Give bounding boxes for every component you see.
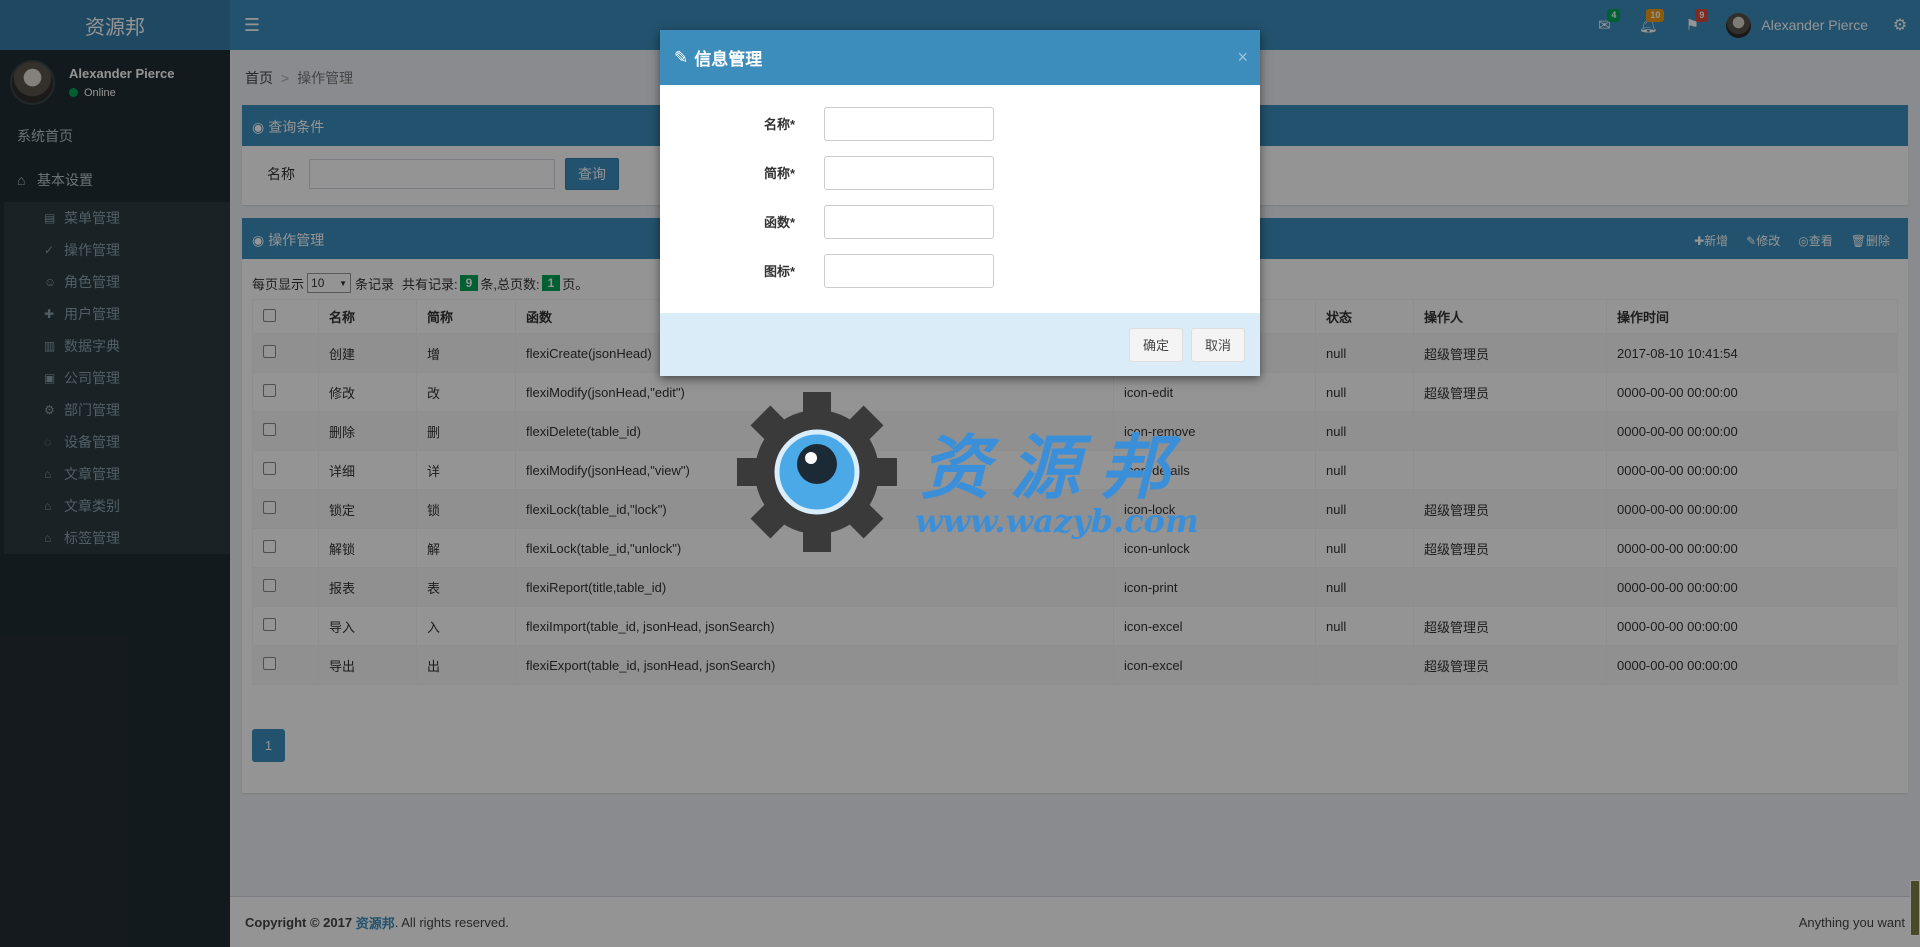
form-row-short-name: 简称* (660, 148, 1260, 197)
short-name-field-label: 简称* (763, 166, 795, 181)
icon-field[interactable] (824, 253, 994, 288)
info-modal: ✎ 信息管理 × 名称* 简称* 函数* 图标* 确定 取消 (660, 30, 1260, 376)
form-row-name: 名称* (660, 99, 1260, 148)
modal-header: ✎ 信息管理 × (660, 30, 1260, 85)
pencil-icon: ✎ (674, 47, 689, 67)
watermark-url: www.wazyb.com (915, 502, 1199, 540)
icon-field-label: 图标* (763, 264, 795, 279)
short-name-field[interactable] (824, 155, 994, 190)
watermark-text: 资源邦 (920, 426, 1190, 509)
function-field[interactable] (824, 204, 994, 239)
watermark: 资源邦 www.wazyb.com (735, 392, 1205, 552)
close-icon[interactable]: × (1237, 47, 1248, 68)
form-row-function: 函数* (660, 197, 1260, 246)
function-field-label: 函数* (763, 215, 795, 230)
cancel-button[interactable]: 取消 (1191, 327, 1245, 362)
modal-body: 名称* 简称* 函数* 图标* (660, 85, 1260, 295)
confirm-button[interactable]: 确定 (1129, 327, 1183, 362)
scrollbar-thumb[interactable] (1910, 880, 1920, 936)
modal-title: 信息管理 (694, 50, 763, 69)
gear-logo-icon (737, 392, 897, 552)
name-field[interactable] (824, 106, 994, 141)
form-row-icon: 图标* (660, 246, 1260, 295)
modal-footer: 确定 取消 (660, 313, 1260, 376)
name-field-label: 名称* (763, 117, 795, 132)
